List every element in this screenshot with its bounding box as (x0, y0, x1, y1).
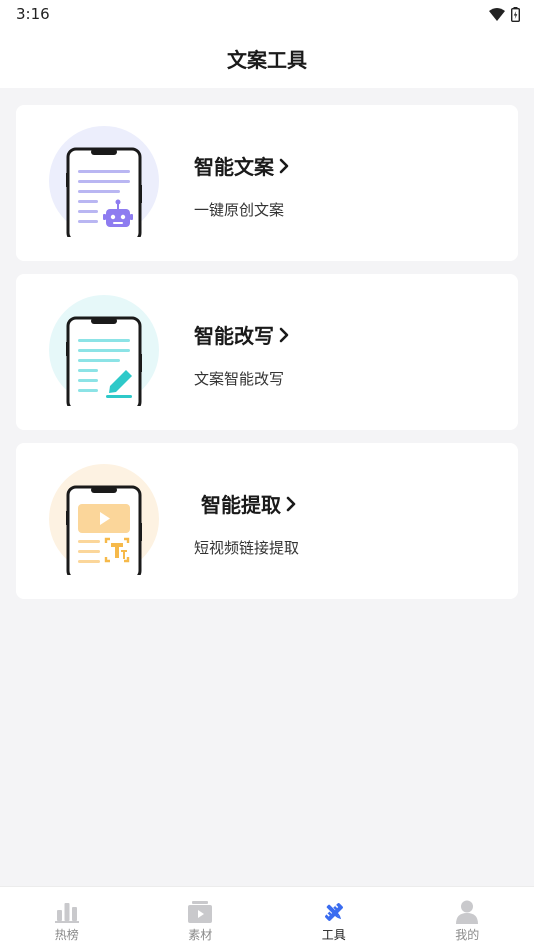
chevron-right-icon (279, 327, 289, 342)
tool-card-smart-extract[interactable]: 智能提取 短视频链接提取 (16, 443, 518, 599)
nav-label: 我的 (455, 928, 480, 942)
bar-chart-icon (54, 899, 80, 925)
card-title: 智能文案 (194, 155, 274, 179)
bottom-nav: 热榜 素材 工具 我的 (0, 886, 534, 950)
card-title-row: 智能提取 (201, 489, 297, 518)
card-title: 智能提取 (201, 493, 281, 517)
page-title: 文案工具 (227, 47, 307, 72)
tool-card-smart-copy[interactable]: 智能文案 一键原创文案 (16, 105, 518, 261)
nav-item-materials[interactable]: 素材 (134, 887, 268, 950)
nav-item-hot-list[interactable]: 热榜 (0, 887, 134, 950)
tool-card-smart-rewrite[interactable]: 智能改写 文案智能改写 (16, 274, 518, 430)
play-folder-icon (187, 899, 213, 925)
card-title: 智能改写 (194, 324, 274, 348)
wifi-icon (489, 7, 505, 21)
card-description: 短视频链接提取 (194, 539, 300, 557)
card-description: 文案智能改写 (194, 370, 285, 388)
chevron-right-icon (279, 158, 289, 173)
battery-icon (511, 6, 520, 22)
page-header: 文案工具 (0, 28, 534, 88)
nav-item-tools[interactable]: 工具 (267, 887, 401, 950)
card-title-row: 智能文案 (194, 151, 290, 180)
nav-label: 工具 (321, 928, 346, 942)
status-icons (489, 6, 520, 22)
screen: 3:16 文案工具 智能文案 一键原创文案 智能改写 文案智能改写 智能提取 短… (0, 0, 534, 950)
card-title-row: 智能改写 (194, 320, 290, 349)
nav-label: 素材 (188, 928, 213, 942)
status-bar: 3:16 (0, 0, 534, 28)
person-icon (454, 899, 480, 925)
robot-phone-icon (49, 126, 159, 237)
pencil-phone-icon (49, 295, 159, 406)
nav-item-profile[interactable]: 我的 (401, 887, 534, 950)
card-description: 一键原创文案 (194, 201, 285, 219)
status-time: 3:16 (16, 5, 50, 23)
tools-icon (321, 899, 347, 925)
nav-label: 热榜 (54, 928, 79, 942)
video-text-phone-icon (49, 464, 159, 575)
chevron-right-icon (286, 496, 296, 511)
